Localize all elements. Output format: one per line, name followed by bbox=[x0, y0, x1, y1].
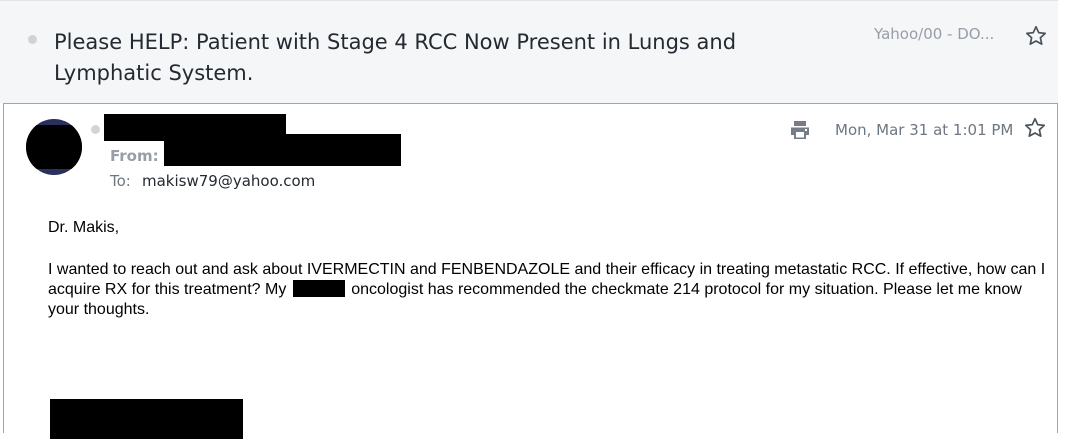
message-subject: Please HELP: Patient with Stage 4 RCC No… bbox=[54, 30, 737, 85]
message-date: Mon, Mar 31 at 1:01 PM bbox=[835, 121, 1014, 139]
from-label: From: bbox=[110, 147, 159, 165]
redaction-block bbox=[26, 125, 82, 169]
divider bbox=[0, 0, 1058, 1]
recipient-address[interactable]: makisw79@yahoo.com bbox=[142, 172, 315, 190]
message-star-icon[interactable] bbox=[1023, 116, 1047, 140]
inline-redaction bbox=[292, 280, 345, 297]
sender-status-dot-icon bbox=[91, 125, 100, 134]
signature-redaction bbox=[50, 399, 243, 439]
folder-label[interactable]: Yahoo/00 - DO... bbox=[874, 25, 1010, 43]
sender-email-redaction bbox=[164, 134, 401, 166]
scrollbar[interactable] bbox=[1058, 0, 1076, 428]
avatar[interactable] bbox=[26, 119, 82, 175]
printer-icon[interactable] bbox=[788, 118, 812, 142]
unread-dot-icon bbox=[28, 35, 37, 44]
star-icon[interactable] bbox=[1024, 24, 1048, 48]
to-label: To: bbox=[110, 172, 131, 190]
greeting: Dr. Makis, bbox=[48, 219, 120, 236]
message-body: I wanted to reach out and ask about IVER… bbox=[48, 260, 1048, 320]
